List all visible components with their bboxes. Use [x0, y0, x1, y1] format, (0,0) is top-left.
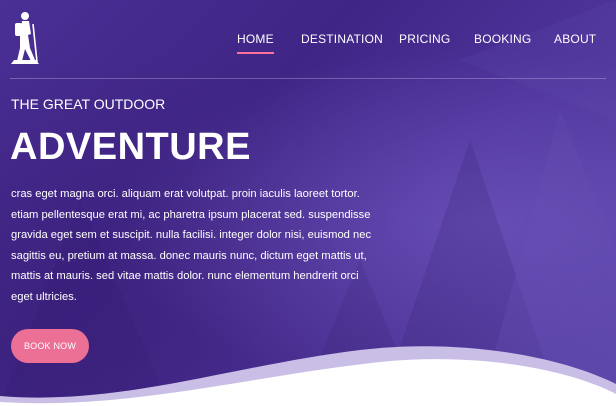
- hero-description: cras eget magna orci. aliquam erat volut…: [11, 188, 372, 303]
- nav-destination[interactable]: DESTINATION: [301, 32, 383, 46]
- nav-booking[interactable]: BOOKING: [474, 32, 531, 46]
- bottom-wave-decoration: [0, 346, 616, 406]
- nav-divider: [10, 78, 606, 79]
- hero-title: ADVENTURE: [10, 126, 251, 168]
- hero-section: HOME DESTINATION PRICING BOOKING ABOUT T…: [0, 0, 616, 406]
- nav-about[interactable]: ABOUT: [554, 32, 596, 46]
- main-nav: HOME DESTINATION PRICING BOOKING ABOUT: [0, 32, 616, 54]
- hero-tagline: THE GREAT OUTDOOR: [11, 96, 166, 112]
- nav-home[interactable]: HOME: [237, 32, 274, 54]
- nav-pricing[interactable]: PRICING: [399, 32, 450, 46]
